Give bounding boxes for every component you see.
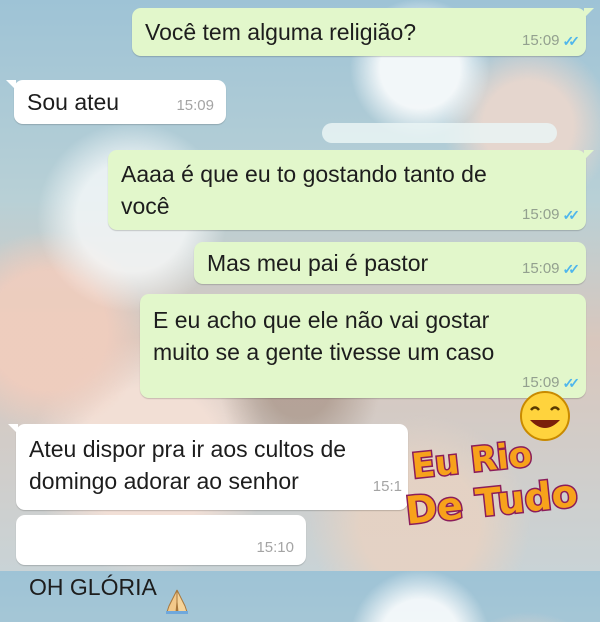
message-text: Ateu dispor pra ir aos cultos de domingo… [29,436,347,494]
message-text: Mas meu pai é pastor [207,250,429,276]
message-meta: 15:09 ✓✓ [521,32,581,50]
read-ticks-icon: ✓✓ [562,33,581,49]
message-meta: 15:09 [176,97,214,115]
message-text: Sou ateu [27,89,120,115]
message-meta: 15:09 ✓✓ [521,260,581,278]
message-bubble-incoming[interactable]: OH GLÓRIA 15:10 [16,515,306,614]
message-time: 15:09 [521,260,560,277]
message-time: 15:10 [256,539,294,556]
message-bubble-outgoing[interactable]: Você tem alguma religião? 15:09 ✓✓ [132,8,594,56]
message-bubble-outgoing[interactable]: E eu acho que ele não vai gostar muito s… [140,294,586,398]
watermark-logo: Eu Rio De Tudo [402,388,583,536]
message-text: Aaaa é que eu to gostando tanto de você [121,161,487,219]
message-meta: 15:10 [256,539,294,557]
watermark-logo-graphic: Eu Rio De Tudo [402,391,581,534]
read-ticks-icon: ✓✓ [562,261,581,277]
chat-area: Você tem alguma religião? 15:09 ✓✓ Sou a… [0,0,600,614]
smiley-face-icon [520,391,570,441]
message-time: 15:09 [176,97,214,114]
message-bubble-outgoing[interactable]: Aaaa é que eu to gostando tanto de você … [108,150,594,230]
message-time: 15:09 [521,32,560,49]
message-bubble-incoming[interactable]: Ateu dispor pra ir aos cultos de domingo… [8,424,408,510]
praying-hands-icon [163,556,191,622]
message-meta: 15:09 ✓✓ [521,206,581,224]
message-time: 15:1 [372,478,402,495]
message-text: Você tem alguma religião? [145,19,417,45]
read-ticks-icon: ✓✓ [562,207,581,223]
message-meta: 15:1 [373,478,402,496]
message-text: OH GLÓRIA [29,524,191,622]
message-text-content: OH GLÓRIA [29,574,157,601]
message-text: E eu acho que ele não vai gostar muito s… [153,307,495,365]
message-time: 15:09 [521,206,560,223]
censor-bar [322,123,557,143]
message-bubble-outgoing[interactable]: Mas meu pai é pastor 15:09 ✓✓ [194,242,586,284]
message-bubble-incoming[interactable]: Sou ateu 15:09 [6,80,226,124]
